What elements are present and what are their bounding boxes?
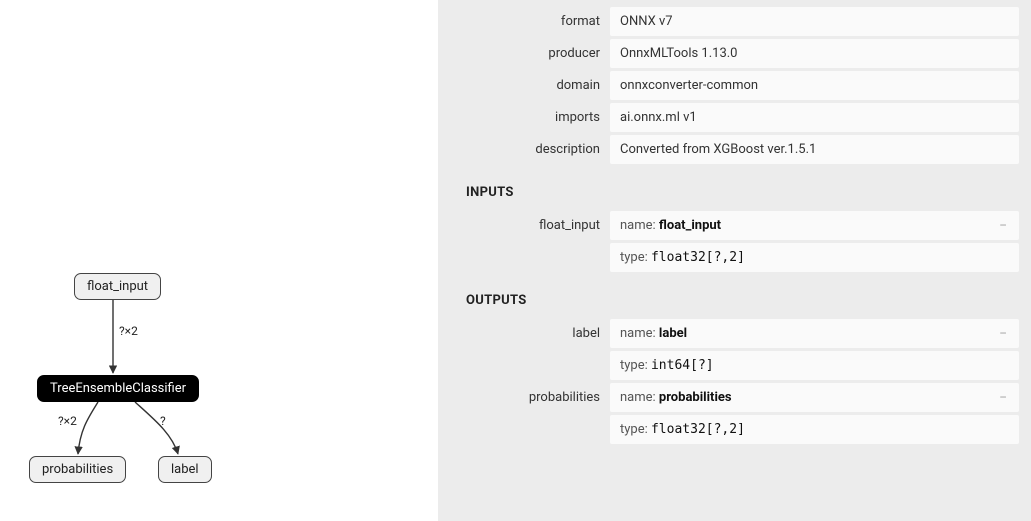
property-value: onnxconverter-common — [610, 71, 1019, 100]
graph-edges — [0, 0, 438, 521]
property-key: domain — [450, 71, 610, 100]
graph-node-label-label: label — [171, 462, 199, 477]
field-label: type: — [620, 358, 651, 373]
graph-node-probabilities[interactable]: probabilities — [29, 456, 126, 483]
output-type-value: float32[?,2] — [651, 422, 745, 437]
property-value: Converted from XGBoost ver.1.5.1 — [610, 135, 1019, 164]
output-row-label: label name: label − type: int64[?] — [450, 319, 1019, 380]
property-row-format: format ONNX v7 — [450, 7, 1019, 36]
output-name-value: probabilities — [659, 390, 732, 405]
graph-edge-label-op-prob: ?×2 — [58, 414, 77, 428]
graph-node-op[interactable]: TreeEnsembleClassifier — [37, 375, 199, 402]
input-key: float_input — [450, 211, 610, 272]
output-type-line: type: float32[?,2] — [610, 415, 1019, 444]
property-value: OnnxMLTools 1.13.0 — [610, 39, 1019, 68]
output-type-line: type: int64[?] — [610, 351, 1019, 380]
property-key: description — [450, 135, 610, 164]
input-name-line: name: float_input − — [610, 211, 1019, 240]
graph-node-label[interactable]: label — [158, 456, 212, 483]
output-name-line: name: probabilities − — [610, 383, 1019, 412]
property-row-domain: domain onnxconverter-common — [450, 71, 1019, 100]
input-type-line: type: float32[?,2] — [610, 243, 1019, 272]
section-header-inputs: INPUTS — [438, 167, 1031, 208]
field-label: type: — [620, 422, 651, 437]
property-value: ai.onnx.ml v1 — [610, 103, 1019, 132]
output-name-line: name: label − — [610, 319, 1019, 348]
input-row-float-input: float_input name: float_input − type: fl… — [450, 211, 1019, 272]
input-type-value: float32[?,2] — [651, 250, 745, 265]
graph-node-input-label: float_input — [87, 279, 148, 294]
output-key: label — [450, 319, 610, 380]
output-key: probabilities — [450, 383, 610, 444]
property-row-imports: imports ai.onnx.ml v1 — [450, 103, 1019, 132]
graph-edge-label-op-label: ? — [160, 414, 166, 428]
property-row-description: description Converted from XGBoost ver.1… — [450, 135, 1019, 164]
property-key: producer — [450, 39, 610, 68]
graph-node-probabilities-label: probabilities — [42, 462, 113, 477]
field-label: name: — [620, 390, 659, 405]
output-row-probabilities: probabilities name: probabilities − type… — [450, 383, 1019, 444]
graph-node-op-label: TreeEnsembleClassifier — [50, 381, 186, 396]
output-type-value: int64[?] — [651, 358, 714, 373]
field-label: name: — [620, 218, 659, 233]
property-key: imports — [450, 103, 610, 132]
graph-canvas[interactable]: float_input ?×2 TreeEnsembleClassifier ?… — [0, 0, 438, 521]
property-row-producer: producer OnnxMLTools 1.13.0 — [450, 39, 1019, 68]
property-value: ONNX v7 — [610, 7, 1019, 36]
graph-node-input[interactable]: float_input — [74, 273, 161, 300]
collapse-icon[interactable]: − — [999, 218, 1007, 234]
collapse-icon[interactable]: − — [999, 326, 1007, 342]
model-properties-panel: format ONNX v7 producer OnnxMLTools 1.13… — [438, 0, 1031, 521]
field-label: name: — [620, 326, 659, 341]
graph-edge-label-input-op: ?×2 — [119, 324, 138, 338]
field-label: type: — [620, 250, 651, 265]
output-name-value: label — [659, 326, 687, 341]
property-key: format — [450, 7, 610, 36]
section-header-outputs: OUTPUTS — [438, 275, 1031, 316]
collapse-icon[interactable]: − — [999, 390, 1007, 406]
input-name-value: float_input — [659, 218, 721, 233]
